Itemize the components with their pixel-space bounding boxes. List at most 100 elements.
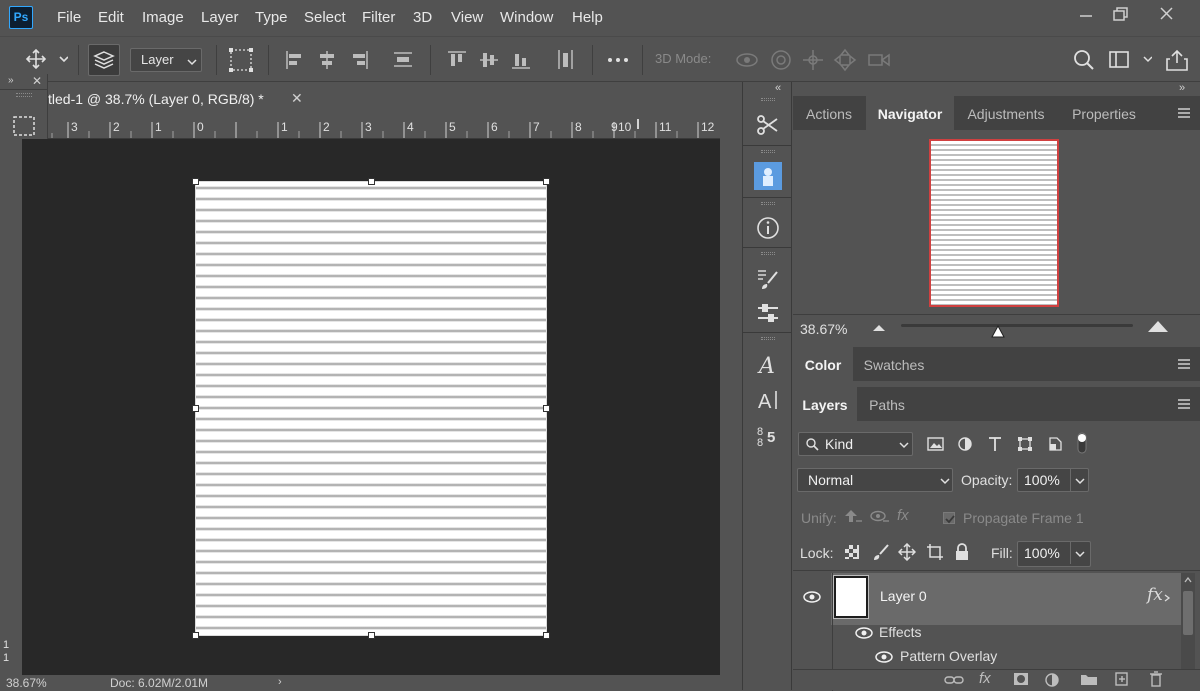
effects-label[interactable]: Effects [879, 624, 922, 640]
filter-type-icon[interactable] [987, 436, 1003, 452]
transform-handle[interactable] [543, 632, 550, 639]
move-tool-icon[interactable] [24, 47, 68, 73]
add-mask-icon[interactable] [1013, 672, 1029, 686]
close-document-icon[interactable]: ✕ [291, 90, 303, 107]
opacity-input[interactable]: 100% [1017, 468, 1089, 492]
unify-position-icon[interactable] [842, 508, 864, 526]
transform-handle[interactable] [368, 178, 375, 185]
menu-filter[interactable]: Filter [362, 9, 395, 26]
share-icon[interactable] [1164, 47, 1190, 73]
info-icon[interactable] [755, 215, 781, 241]
3d-slide-icon[interactable] [832, 47, 858, 73]
align-middle-icon[interactable] [478, 47, 500, 73]
scrollbar-thumb[interactable] [1183, 591, 1193, 635]
panel-menu-icon[interactable] [1177, 106, 1191, 120]
more-options-icon[interactable] [606, 47, 630, 73]
brush-settings-icon[interactable] [755, 266, 781, 292]
expand-effects-icon[interactable] [1164, 594, 1172, 602]
grip-icon[interactable] [16, 93, 32, 97]
zoom-level[interactable]: 38.67% [6, 676, 47, 690]
blend-mode-dropdown[interactable]: Normal [797, 468, 953, 492]
lock-artboard-icon[interactable] [926, 543, 944, 561]
tab-layers[interactable]: Layers [793, 387, 857, 421]
menu-3d[interactable]: 3D [413, 9, 432, 26]
zoom-slider-thumb[interactable] [991, 325, 1005, 339]
transform-controls-icon[interactable] [228, 47, 254, 73]
filter-smart-object-icon[interactable] [1047, 436, 1063, 452]
menu-layer[interactable]: Layer [201, 9, 239, 26]
close-toolbox-icon[interactable]: ✕ [32, 74, 42, 88]
add-layer-style-icon[interactable]: fx [979, 670, 991, 687]
transform-bounding-box[interactable] [195, 181, 547, 636]
distribute-icon[interactable] [392, 47, 414, 73]
tab-color[interactable]: Color [793, 347, 853, 381]
paragraph-icon[interactable]: A [755, 387, 781, 413]
lock-all-icon[interactable] [954, 543, 970, 561]
collapse-right-panels-icon[interactable]: » [1179, 82, 1185, 94]
grip-icon[interactable] [761, 150, 775, 153]
unify-style-icon[interactable]: fx [897, 507, 909, 524]
transform-handle[interactable] [192, 405, 199, 412]
tab-properties[interactable]: Properties [1058, 96, 1150, 130]
menu-file[interactable]: File [57, 9, 81, 26]
zoom-slider-track[interactable] [901, 324, 1133, 327]
effect-name[interactable]: Pattern Overlay [900, 648, 997, 664]
layers-scrollbar[interactable] [1181, 573, 1195, 669]
search-icon[interactable] [1072, 47, 1096, 73]
menu-type[interactable]: Type [255, 9, 288, 26]
workspace-icon[interactable] [1108, 47, 1152, 73]
align-top-icon[interactable] [446, 47, 468, 73]
collapse-toolbox-icon[interactable]: » [8, 75, 14, 86]
unify-visibility-icon[interactable] [869, 508, 891, 526]
delete-layer-icon[interactable] [1148, 671, 1164, 687]
grip-icon[interactable] [761, 252, 775, 255]
transform-handle[interactable] [368, 632, 375, 639]
zoom-in-icon[interactable] [1147, 319, 1169, 333]
link-layers-icon[interactable] [944, 673, 964, 687]
minimize-icon[interactable] [1070, 4, 1100, 24]
lock-transparent-icon[interactable] [844, 544, 860, 560]
layer-visibility-icon[interactable] [803, 590, 821, 604]
navigator-zoom-value[interactable]: 38.67% [800, 321, 847, 337]
grip-icon[interactable] [761, 202, 775, 205]
lock-image-pixels-icon[interactable] [872, 543, 890, 561]
navigator-preview[interactable] [929, 139, 1059, 307]
align-right-icon[interactable] [348, 47, 370, 73]
transform-handle[interactable] [192, 178, 199, 185]
filter-pixel-icon[interactable] [927, 436, 945, 452]
menu-help[interactable]: Help [572, 9, 603, 26]
layer-name[interactable]: Layer 0 [880, 588, 927, 604]
3d-camera-icon[interactable] [866, 47, 892, 73]
panel-menu-icon[interactable] [1177, 357, 1191, 371]
zoom-out-icon[interactable] [872, 322, 886, 332]
transform-handle[interactable] [192, 632, 199, 639]
menu-edit[interactable]: Edit [98, 9, 124, 26]
tab-paths[interactable]: Paths [858, 387, 916, 421]
align-left-icon[interactable] [284, 47, 306, 73]
new-adjustment-icon[interactable] [1044, 672, 1060, 688]
filter-adjustment-icon[interactable] [957, 436, 973, 452]
character-icon[interactable]: A [755, 352, 781, 378]
glyphs-icon[interactable]: 885 [755, 422, 781, 448]
menu-image[interactable]: Image [142, 9, 184, 26]
status-menu-icon[interactable]: › [278, 676, 282, 688]
new-layer-icon[interactable] [1114, 671, 1130, 687]
menu-view[interactable]: View [451, 9, 483, 26]
3d-roll-icon[interactable] [768, 47, 794, 73]
auto-select-icon[interactable] [88, 44, 120, 76]
layer-effects-badge[interactable]: fx [1147, 585, 1163, 605]
tool-presets-icon[interactable] [755, 112, 781, 138]
tab-adjustments[interactable]: Adjustments [955, 96, 1057, 130]
align-center-icon[interactable] [316, 47, 338, 73]
marquee-tool-icon[interactable] [10, 112, 38, 140]
effects-visibility-icon[interactable] [855, 626, 873, 640]
tab-navigator[interactable]: Navigator [866, 96, 954, 130]
menu-window[interactable]: Window [500, 9, 553, 26]
menu-select[interactable]: Select [304, 9, 346, 26]
tab-actions[interactable]: Actions [793, 96, 865, 130]
filter-shape-icon[interactable] [1017, 436, 1033, 452]
3d-pan-icon[interactable] [800, 47, 826, 73]
grip-icon[interactable] [761, 337, 775, 340]
document-tab[interactable]: tled-1 @ 38.7% (Layer 0, RGB/8) * ✕ [48, 82, 318, 116]
3d-orbit-icon[interactable] [734, 47, 760, 73]
